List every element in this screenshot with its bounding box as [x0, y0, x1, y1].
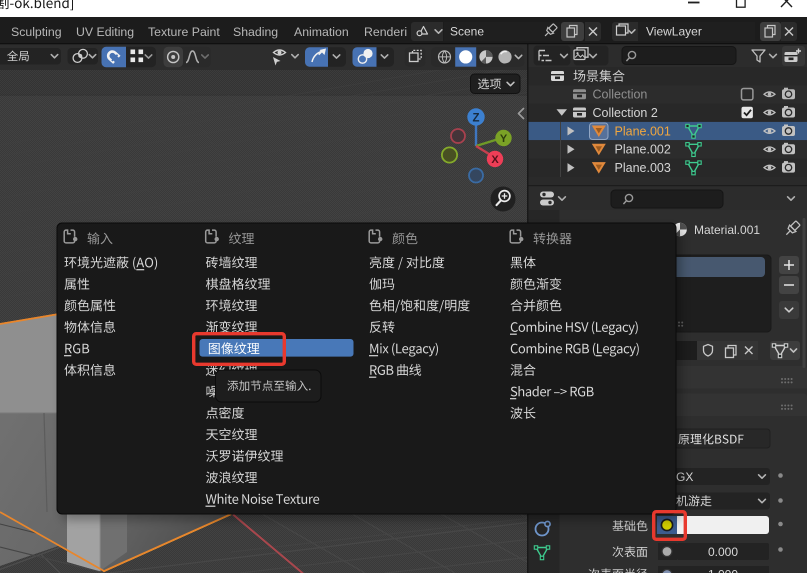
svg-text:0.000: 0.000 — [708, 545, 738, 559]
svg-text:Sculpting: Sculpting — [11, 25, 62, 39]
svg-text:UV Editing: UV Editing — [76, 25, 134, 39]
svg-text:Plane.001: Plane.001 — [615, 124, 671, 138]
svg-text:Renderi: Renderi — [364, 25, 407, 39]
svg-text:1.000: 1.000 — [708, 568, 738, 573]
svg-text:Z: Z — [472, 112, 479, 124]
svg-text:Shading: Shading — [233, 25, 278, 39]
svg-text:Texture Paint: Texture Paint — [148, 25, 220, 39]
svg-text:Collection: Collection — [593, 88, 648, 102]
svg-text:Plane.002: Plane.002 — [615, 143, 671, 157]
svg-text:Plane.003: Plane.003 — [615, 161, 671, 175]
svg-text:ViewLayer: ViewLayer — [646, 25, 702, 39]
svg-text:Scene: Scene — [450, 25, 484, 39]
svg-text:X: X — [491, 154, 499, 166]
svg-text:Collection 2: Collection 2 — [593, 106, 658, 120]
svg-text:Y: Y — [500, 133, 508, 145]
svg-text:Material.001: Material.001 — [694, 223, 760, 237]
svg-text:Animation: Animation — [294, 25, 349, 39]
